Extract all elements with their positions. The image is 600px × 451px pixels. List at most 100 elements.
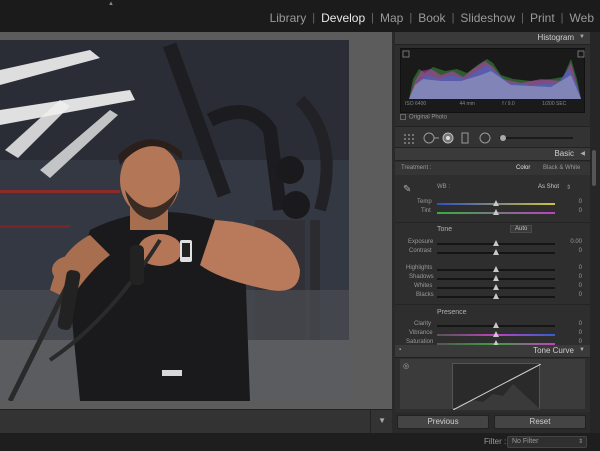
shutter-speed-value: 1/200 SEC (542, 101, 567, 107)
collapse-top-panel-icon[interactable]: ▲ (108, 1, 114, 7)
treatment-color-button[interactable]: Color (516, 165, 530, 171)
blacks-slider[interactable] (437, 293, 555, 299)
basic-title: Basic (554, 149, 574, 158)
previous-button[interactable]: Previous (397, 415, 489, 429)
histogram-panel-header[interactable]: Histogram ▼ (395, 32, 590, 45)
temp-value[interactable]: 0 (579, 199, 582, 205)
image-toolbar: ▼ (0, 409, 392, 434)
contrast-slider-thumb[interactable] (493, 249, 499, 255)
filter-label: Filter : (484, 437, 507, 446)
original-photo-checkbox[interactable] (400, 114, 406, 120)
module-library[interactable]: Library (264, 11, 313, 25)
wb-preset-select[interactable]: As Shot (538, 184, 559, 190)
toolbar-menu-button[interactable]: ▼ (370, 410, 392, 434)
right-panel-scrollbar[interactable] (590, 32, 600, 433)
exposure-slider-thumb[interactable] (493, 240, 499, 246)
tone-title: Tone (437, 226, 453, 233)
vibrance-slider-thumb[interactable] (493, 331, 499, 337)
aperture-value: f / 9.0 (502, 101, 515, 107)
eyedropper-icon[interactable]: ✎ (403, 184, 411, 195)
highlights-slider[interactable] (437, 266, 555, 272)
tone-curve-panel-header[interactable]: ▪ Tone Curve ▼ (395, 345, 590, 358)
image-canvas[interactable] (0, 32, 392, 409)
vibrance-label: Vibrance (409, 330, 433, 336)
basic-panel-header[interactable]: Basic ◀ (395, 148, 590, 161)
tone-curve-line (452, 363, 542, 411)
temp-slider[interactable] (437, 200, 555, 206)
tint-slider[interactable] (437, 209, 555, 215)
contrast-value[interactable]: 0 (579, 248, 582, 254)
tint-value[interactable]: 0 (579, 208, 582, 214)
auto-tone-button[interactable]: Auto (510, 225, 533, 233)
wb-label: WB : (437, 184, 450, 190)
collapse-triangle-icon: ▼ (579, 34, 585, 40)
histogram-title: Histogram (537, 33, 574, 42)
shadows-slider[interactable] (437, 275, 555, 281)
temp-slider-thumb[interactable] (493, 200, 499, 206)
develop-button-row: Previous Reset (395, 412, 590, 433)
treatment-bw-button[interactable]: Black & White (543, 165, 580, 171)
tool-icons (404, 132, 573, 144)
whites-slider-thumb[interactable] (493, 284, 499, 290)
collapse-triangle-icon: ▼ (579, 347, 585, 353)
contrast-slider[interactable] (437, 249, 555, 255)
right-panel-scroll-thumb[interactable] (592, 150, 596, 186)
whites-label: Whites (414, 283, 433, 289)
shadows-slider-thumb[interactable] (493, 275, 499, 281)
module-web[interactable]: Web (564, 11, 600, 25)
temp-label: Temp (417, 199, 432, 205)
vibrance-value[interactable]: 0 (579, 330, 582, 336)
whites-slider[interactable] (437, 284, 555, 290)
module-book[interactable]: Book (412, 11, 451, 25)
module-picker: ▲ Library | Develop | Map | Book | Slide… (0, 0, 600, 32)
highlights-value[interactable]: 0 (579, 265, 582, 271)
reset-button[interactable]: Reset (494, 415, 586, 429)
tint-label: Tint (421, 208, 431, 214)
histogram-graph[interactable]: ISO 6400 44 mm f / 9.0 1/200 SEC (400, 48, 585, 113)
blacks-value[interactable]: 0 (579, 292, 582, 298)
iso-value: ISO 6400 (405, 101, 427, 107)
filmstrip-bar: Filter : No Filter ⇕ (0, 433, 600, 451)
panel-toggle-icon[interactable]: ▪ (399, 347, 401, 353)
clarity-slider[interactable] (437, 322, 555, 328)
blacks-label: Blacks (416, 292, 434, 298)
filter-select[interactable]: No Filter ⇕ (507, 436, 587, 448)
filter-select-value: No Filter (512, 438, 539, 445)
section-divider (395, 304, 590, 305)
exposure-label: Exposure (408, 239, 434, 245)
clarity-label: Clarity (414, 321, 432, 327)
module-map[interactable]: Map (374, 11, 409, 25)
module-slideshow[interactable]: Slideshow (454, 11, 521, 25)
presence-title: Presence (437, 309, 467, 316)
module-develop[interactable]: Develop (315, 11, 371, 25)
treatment-row: Treatment : Color Black & White (395, 162, 590, 175)
shadows-value[interactable]: 0 (579, 274, 582, 280)
tone-curve-graph[interactable] (452, 363, 542, 411)
develop-tool-strip (395, 126, 590, 148)
blacks-slider-thumb[interactable] (493, 293, 499, 299)
chevron-down-icon: ▼ (378, 416, 386, 425)
original-photo-label: Original Photo (409, 114, 448, 121)
clarity-value[interactable]: 0 (579, 321, 582, 327)
tone-curve-area: ◎ (400, 359, 585, 411)
exposure-value[interactable]: 0.00 (570, 239, 582, 245)
chevron-updown-icon: ⇕ (577, 439, 583, 445)
collapse-triangle-icon: ◀ (580, 151, 585, 157)
highlights-label: Highlights (406, 265, 433, 271)
photo-preview[interactable] (0, 40, 349, 401)
clarity-slider-thumb[interactable] (493, 322, 499, 328)
histogram-curves (402, 50, 585, 99)
module-print[interactable]: Print (524, 11, 561, 25)
original-photo-toggle[interactable]: Original Photo (400, 114, 447, 121)
tint-slider-thumb[interactable] (493, 209, 499, 215)
highlights-slider-thumb[interactable] (493, 266, 499, 272)
section-divider (395, 222, 590, 223)
exposure-slider[interactable] (437, 240, 555, 246)
module-list: Library | Develop | Map | Book | Slidesh… (264, 11, 600, 25)
focal-length-value: 44 mm (459, 101, 475, 107)
target-adjust-icon[interactable]: ◎ (403, 362, 409, 370)
contrast-label: Contrast (409, 248, 432, 254)
vibrance-slider[interactable] (437, 331, 555, 337)
whites-value[interactable]: 0 (579, 283, 582, 289)
histogram-metadata: ISO 6400 44 mm f / 9.0 1/200 SEC (405, 101, 566, 107)
